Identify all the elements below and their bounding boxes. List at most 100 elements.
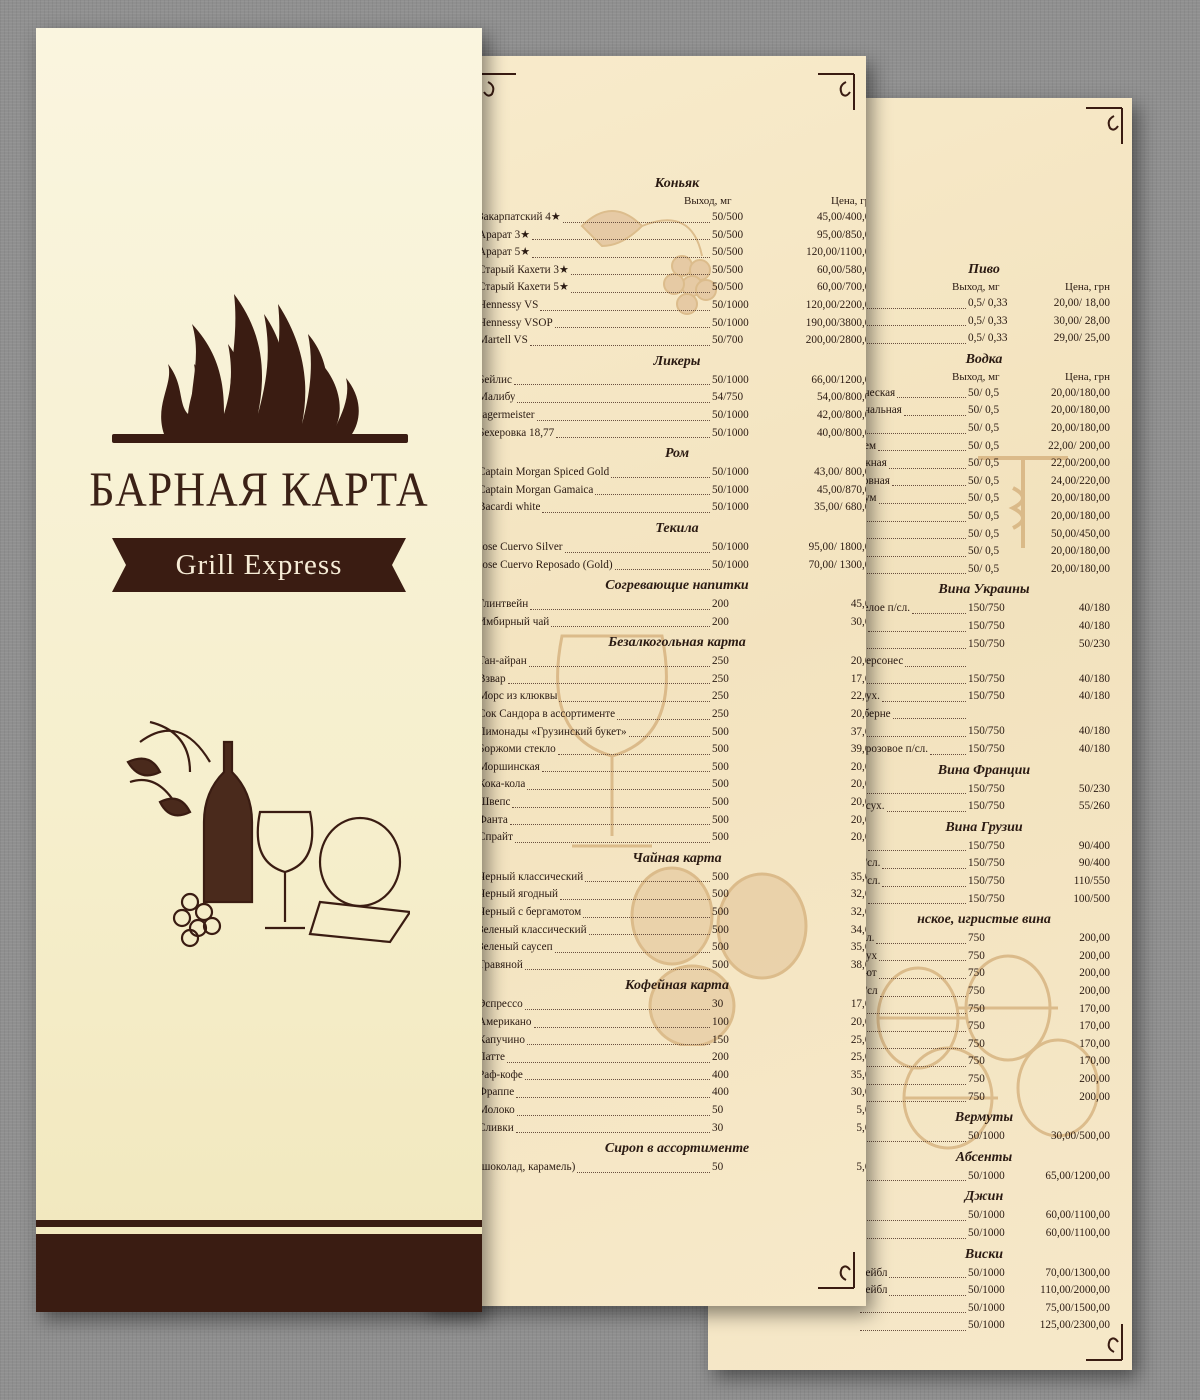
item-price: 50,00/450,00 [1050, 527, 1110, 540]
item-name: Раф-кофе [478, 1068, 523, 1081]
item-price: 20,00 [850, 831, 866, 844]
menu-item-row: Черный с бергамотом 500 32,00 [478, 904, 866, 922]
item-price: 5,00 [856, 1121, 866, 1134]
menu-item-row: Лейбл 50/1000 110,00/2000,00 [858, 1282, 1110, 1300]
item-volume: 750 [968, 1090, 985, 1103]
dot-leader [881, 700, 966, 702]
item-price: 20,00/180,00 [1050, 545, 1110, 558]
dot-leader [562, 221, 710, 223]
dot-leader [532, 256, 710, 258]
item-volume: 750 [968, 1055, 985, 1068]
item-volume: 50/ 0,5 [968, 439, 1000, 452]
menu-item-row: 50/1000 60,00/1100,00 [858, 1225, 1110, 1243]
menu-item-row: Раф-кофе 400 35,00 [478, 1067, 866, 1085]
dot-leader [889, 1277, 966, 1279]
item-volume: 50/500 [712, 263, 744, 276]
item-price: 40/180 [1078, 672, 1110, 685]
dot-leader [628, 736, 710, 738]
dot-leader [892, 718, 966, 720]
menu-item-row: 0,5/ 0,33 29,00/ 25,00 [858, 330, 1110, 348]
item-name: Старый Кахети 5★ [478, 281, 570, 294]
dot-leader [536, 419, 710, 421]
item-price: 45,00 [850, 598, 866, 611]
dot-leader [860, 520, 966, 522]
menu-item-row: 50/ 0,5 50,00/450,00 [858, 526, 1110, 544]
item-price: 20,00 [850, 655, 866, 668]
item-volume: 50/ 0,5 [968, 404, 1000, 417]
menu-item-row: (шоколад, карамель) 50 5,00 [478, 1159, 866, 1177]
section-title: Согревающие напитки [605, 578, 749, 594]
item-price: 20,00 [850, 778, 866, 791]
item-volume: 750 [968, 1002, 985, 1015]
menu-item-row: Травяной 500 38,00 [478, 957, 866, 975]
dot-leader [860, 1329, 966, 1331]
item-price: 37,00 [850, 725, 866, 738]
dot-leader [507, 1061, 710, 1063]
item-name: Бейлис [478, 373, 512, 386]
column-header: Выход, мг Цена, грн [858, 370, 1110, 385]
item-price: 32,00 [850, 888, 866, 901]
footer-band [36, 1234, 482, 1312]
item-volume: 750 [968, 1072, 985, 1085]
item-price: 200,00 [1079, 932, 1110, 945]
item-volume: 150/750 [968, 839, 1005, 852]
item-volume: 50/500 [712, 281, 744, 294]
item-volume: 50/ 0,5 [968, 457, 1000, 470]
menu-item-row: Старый Кахети 5★ 50/500 60,00/700,00 [478, 279, 866, 297]
item-volume: 150/750 [968, 782, 1005, 795]
menu-item-row: ажная 50/ 0,5 22,00/200,00 [858, 455, 1110, 473]
item-name: Арарат 3★ [478, 228, 531, 241]
item-volume: 500 [712, 888, 729, 901]
menu-item-row: 50/1000 65,00/1200,00 [858, 1168, 1110, 1186]
item-price: 20,00 [850, 708, 866, 721]
dot-leader [554, 327, 710, 329]
item-volume: 400 [712, 1068, 729, 1081]
item-name: Черный ягодный [478, 888, 559, 901]
item-price: 29,00/ 25,00 [1053, 332, 1110, 345]
dot-leader [860, 736, 966, 738]
menu-item-row: Зеленый саусеп 500 35,00 [478, 939, 866, 957]
item-price: 24,00/220,00 [1050, 474, 1110, 487]
menu-item-row: е розовое п/сл. 150/750 40/180 [858, 741, 1110, 759]
menu-item-row: Имбирный чай 200 30,00 [478, 614, 866, 632]
dot-leader [533, 1026, 710, 1028]
menu-item-row: 50/ 0,5 20,00/180,00 [858, 561, 1110, 579]
item-volume: 50/1000 [712, 426, 749, 439]
dot-leader [879, 960, 966, 962]
menu-item-row: r750170,00 [858, 1018, 1110, 1036]
item-volume: 250 [712, 655, 729, 668]
section-title: Джин [964, 1189, 1004, 1205]
item-volume: 500 [712, 831, 729, 844]
item-volume: 200 [712, 615, 729, 628]
item-price: 20,00 [850, 1015, 866, 1028]
item-price: 95,00/ 1800,00 [808, 540, 866, 553]
item-volume: 50/ 0,5 [968, 545, 1000, 558]
dot-leader [905, 665, 966, 667]
item-name: Черный классический [478, 870, 584, 883]
item-price: 40/180 [1078, 725, 1110, 738]
item-price: 20,00/180,00 [1050, 509, 1110, 522]
column-volume-label: Выход, мг [952, 370, 1000, 383]
dot-leader [860, 1048, 966, 1050]
item-price: 70,00/ 1300,00 [808, 558, 866, 571]
item-price: 90/400 [1078, 857, 1110, 870]
item-name: Hennessy VSOP [478, 316, 553, 329]
item-name: Имбирный чай [478, 615, 550, 628]
item-price: 17,00 [850, 672, 866, 685]
ornament-corner-icon [1086, 107, 1123, 144]
item-price: 170,00 [1079, 1020, 1110, 1033]
item-volume: 150/750 [968, 637, 1005, 650]
item-volume: 150/750 [968, 892, 1005, 905]
item-price: 200,00/2800,00 [805, 334, 866, 347]
item-volume: 150/750 [968, 800, 1005, 813]
menu-item-row: 0,5/ 0,33 30,00/ 28,00 [858, 313, 1110, 331]
item-volume: 50/1000 [712, 316, 749, 329]
dot-leader [889, 1294, 966, 1296]
item-price: 75,00/1500,00 [1045, 1301, 1110, 1314]
item-price: 5,00 [856, 1161, 866, 1174]
menu-item-row: Captain Morgan Gamaica 50/1000 45,00/870,0… [478, 482, 866, 500]
dot-leader [524, 1008, 710, 1010]
item-volume: 50 [712, 1161, 724, 1174]
menu-item-row: Херсонес [858, 653, 1110, 671]
dot-leader [559, 701, 710, 703]
